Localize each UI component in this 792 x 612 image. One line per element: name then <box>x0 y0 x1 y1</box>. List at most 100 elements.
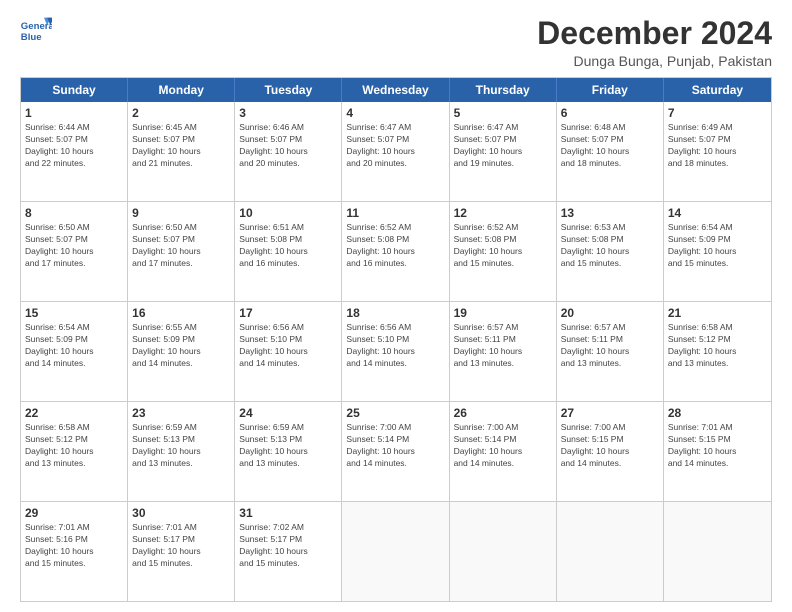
day-number: 20 <box>561 305 659 321</box>
day-info: Sunrise: 6:56 AMSunset: 5:10 PMDaylight:… <box>346 322 444 370</box>
day-info: Sunrise: 6:52 AMSunset: 5:08 PMDaylight:… <box>454 222 552 270</box>
calendar-week-row: 29Sunrise: 7:01 AMSunset: 5:16 PMDayligh… <box>21 502 771 601</box>
day-number: 28 <box>668 405 767 421</box>
calendar-day-cell: 25Sunrise: 7:00 AMSunset: 5:14 PMDayligh… <box>342 402 449 501</box>
day-info: Sunrise: 6:44 AMSunset: 5:07 PMDaylight:… <box>25 122 123 170</box>
calendar-day-cell: 7Sunrise: 6:49 AMSunset: 5:07 PMDaylight… <box>664 102 771 201</box>
header: General Blue December 2024 Dunga Bunga, … <box>20 16 772 69</box>
calendar-week-row: 1Sunrise: 6:44 AMSunset: 5:07 PMDaylight… <box>21 102 771 202</box>
day-info: Sunrise: 6:59 AMSunset: 5:13 PMDaylight:… <box>239 422 337 470</box>
svg-text:Blue: Blue <box>21 32 42 43</box>
day-of-week-header: Saturday <box>664 78 771 102</box>
calendar-day-cell: 19Sunrise: 6:57 AMSunset: 5:11 PMDayligh… <box>450 302 557 401</box>
calendar-day-cell: 26Sunrise: 7:00 AMSunset: 5:14 PMDayligh… <box>450 402 557 501</box>
day-number: 13 <box>561 205 659 221</box>
calendar-day-cell: 13Sunrise: 6:53 AMSunset: 5:08 PMDayligh… <box>557 202 664 301</box>
calendar-week-row: 8Sunrise: 6:50 AMSunset: 5:07 PMDaylight… <box>21 202 771 302</box>
calendar-day-cell: 17Sunrise: 6:56 AMSunset: 5:10 PMDayligh… <box>235 302 342 401</box>
day-info: Sunrise: 6:50 AMSunset: 5:07 PMDaylight:… <box>25 222 123 270</box>
day-info: Sunrise: 6:45 AMSunset: 5:07 PMDaylight:… <box>132 122 230 170</box>
day-info: Sunrise: 6:56 AMSunset: 5:10 PMDaylight:… <box>239 322 337 370</box>
day-info: Sunrise: 6:50 AMSunset: 5:07 PMDaylight:… <box>132 222 230 270</box>
title-block: December 2024 Dunga Bunga, Punjab, Pakis… <box>537 16 772 69</box>
day-number: 5 <box>454 105 552 121</box>
day-info: Sunrise: 7:01 AMSunset: 5:16 PMDaylight:… <box>25 522 123 570</box>
calendar-day-cell: 4Sunrise: 6:47 AMSunset: 5:07 PMDaylight… <box>342 102 449 201</box>
calendar-header: SundayMondayTuesdayWednesdayThursdayFrid… <box>21 78 771 102</box>
day-number: 14 <box>668 205 767 221</box>
calendar-day-cell: 16Sunrise: 6:55 AMSunset: 5:09 PMDayligh… <box>128 302 235 401</box>
day-info: Sunrise: 6:58 AMSunset: 5:12 PMDaylight:… <box>25 422 123 470</box>
calendar-week-row: 22Sunrise: 6:58 AMSunset: 5:12 PMDayligh… <box>21 402 771 502</box>
page: General Blue December 2024 Dunga Bunga, … <box>0 0 792 612</box>
day-info: Sunrise: 6:47 AMSunset: 5:07 PMDaylight:… <box>346 122 444 170</box>
day-of-week-header: Monday <box>128 78 235 102</box>
calendar: SundayMondayTuesdayWednesdayThursdayFrid… <box>20 77 772 602</box>
calendar-day-cell: 20Sunrise: 6:57 AMSunset: 5:11 PMDayligh… <box>557 302 664 401</box>
main-title: December 2024 <box>537 16 772 51</box>
calendar-day-cell: 1Sunrise: 6:44 AMSunset: 5:07 PMDaylight… <box>21 102 128 201</box>
calendar-body: 1Sunrise: 6:44 AMSunset: 5:07 PMDaylight… <box>21 102 771 601</box>
calendar-day-cell: 23Sunrise: 6:59 AMSunset: 5:13 PMDayligh… <box>128 402 235 501</box>
day-number: 9 <box>132 205 230 221</box>
day-info: Sunrise: 6:57 AMSunset: 5:11 PMDaylight:… <box>454 322 552 370</box>
calendar-day-cell: 10Sunrise: 6:51 AMSunset: 5:08 PMDayligh… <box>235 202 342 301</box>
day-number: 24 <box>239 405 337 421</box>
day-number: 2 <box>132 105 230 121</box>
day-number: 30 <box>132 505 230 521</box>
day-info: Sunrise: 6:51 AMSunset: 5:08 PMDaylight:… <box>239 222 337 270</box>
day-number: 16 <box>132 305 230 321</box>
day-of-week-header: Sunday <box>21 78 128 102</box>
day-number: 19 <box>454 305 552 321</box>
calendar-day-cell: 24Sunrise: 6:59 AMSunset: 5:13 PMDayligh… <box>235 402 342 501</box>
logo-icon: General Blue <box>20 16 52 48</box>
day-of-week-header: Wednesday <box>342 78 449 102</box>
day-info: Sunrise: 7:01 AMSunset: 5:15 PMDaylight:… <box>668 422 767 470</box>
calendar-day-cell: 9Sunrise: 6:50 AMSunset: 5:07 PMDaylight… <box>128 202 235 301</box>
calendar-day-cell: 6Sunrise: 6:48 AMSunset: 5:07 PMDaylight… <box>557 102 664 201</box>
calendar-day-cell: 3Sunrise: 6:46 AMSunset: 5:07 PMDaylight… <box>235 102 342 201</box>
day-number: 31 <box>239 505 337 521</box>
day-number: 6 <box>561 105 659 121</box>
day-number: 8 <box>25 205 123 221</box>
day-number: 3 <box>239 105 337 121</box>
calendar-day-cell: 22Sunrise: 6:58 AMSunset: 5:12 PMDayligh… <box>21 402 128 501</box>
day-info: Sunrise: 7:02 AMSunset: 5:17 PMDaylight:… <box>239 522 337 570</box>
day-info: Sunrise: 7:01 AMSunset: 5:17 PMDaylight:… <box>132 522 230 570</box>
day-info: Sunrise: 6:47 AMSunset: 5:07 PMDaylight:… <box>454 122 552 170</box>
day-number: 27 <box>561 405 659 421</box>
day-of-week-header: Friday <box>557 78 664 102</box>
calendar-day-cell: 28Sunrise: 7:01 AMSunset: 5:15 PMDayligh… <box>664 402 771 501</box>
calendar-day-cell: 21Sunrise: 6:58 AMSunset: 5:12 PMDayligh… <box>664 302 771 401</box>
subtitle: Dunga Bunga, Punjab, Pakistan <box>537 53 772 69</box>
day-number: 17 <box>239 305 337 321</box>
logo: General Blue <box>20 16 52 48</box>
day-number: 4 <box>346 105 444 121</box>
calendar-week-row: 15Sunrise: 6:54 AMSunset: 5:09 PMDayligh… <box>21 302 771 402</box>
calendar-day-cell: 12Sunrise: 6:52 AMSunset: 5:08 PMDayligh… <box>450 202 557 301</box>
day-info: Sunrise: 6:58 AMSunset: 5:12 PMDaylight:… <box>668 322 767 370</box>
calendar-day-cell: 11Sunrise: 6:52 AMSunset: 5:08 PMDayligh… <box>342 202 449 301</box>
calendar-day-cell: 15Sunrise: 6:54 AMSunset: 5:09 PMDayligh… <box>21 302 128 401</box>
day-info: Sunrise: 6:54 AMSunset: 5:09 PMDaylight:… <box>25 322 123 370</box>
day-info: Sunrise: 6:48 AMSunset: 5:07 PMDaylight:… <box>561 122 659 170</box>
calendar-day-cell <box>342 502 449 601</box>
day-number: 26 <box>454 405 552 421</box>
day-info: Sunrise: 6:53 AMSunset: 5:08 PMDaylight:… <box>561 222 659 270</box>
calendar-day-cell: 5Sunrise: 6:47 AMSunset: 5:07 PMDaylight… <box>450 102 557 201</box>
day-info: Sunrise: 6:54 AMSunset: 5:09 PMDaylight:… <box>668 222 767 270</box>
day-info: Sunrise: 6:55 AMSunset: 5:09 PMDaylight:… <box>132 322 230 370</box>
day-info: Sunrise: 6:46 AMSunset: 5:07 PMDaylight:… <box>239 122 337 170</box>
day-number: 1 <box>25 105 123 121</box>
calendar-day-cell: 18Sunrise: 6:56 AMSunset: 5:10 PMDayligh… <box>342 302 449 401</box>
calendar-day-cell <box>450 502 557 601</box>
calendar-day-cell <box>664 502 771 601</box>
day-number: 21 <box>668 305 767 321</box>
calendar-day-cell: 14Sunrise: 6:54 AMSunset: 5:09 PMDayligh… <box>664 202 771 301</box>
day-number: 7 <box>668 105 767 121</box>
day-number: 15 <box>25 305 123 321</box>
day-number: 29 <box>25 505 123 521</box>
calendar-day-cell: 8Sunrise: 6:50 AMSunset: 5:07 PMDaylight… <box>21 202 128 301</box>
day-info: Sunrise: 6:59 AMSunset: 5:13 PMDaylight:… <box>132 422 230 470</box>
day-info: Sunrise: 7:00 AMSunset: 5:14 PMDaylight:… <box>454 422 552 470</box>
